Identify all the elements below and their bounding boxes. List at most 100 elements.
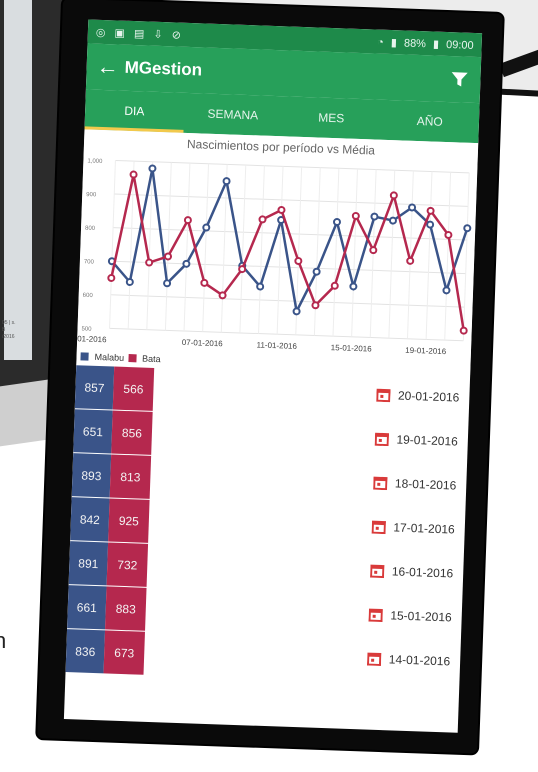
image-icon: ▣ [114,26,126,40]
chart-gridline [425,171,433,340]
data-point-malabu [222,177,231,186]
bata-count: 732 [106,542,149,587]
row-date: 14-01-2016 [366,652,451,669]
legend-swatch-malabu [80,352,89,361]
tab-mes[interactable]: MES [281,96,381,139]
gallery-icon: ▤ [133,27,145,40]
phone-device: ◎ ▣ ▤ ⇩ ⊘ ◔ ▮ 88% ▮ 09:00 ← MGestion DIA [37,0,503,754]
malabu-count: 651 [73,409,113,454]
chart-gridline [258,165,265,334]
bata-count: 856 [111,410,153,455]
data-point-bata [444,230,453,239]
whatsapp-icon: ◎ [95,26,106,39]
legend-label-malabu: Malabu [94,351,125,363]
date-label: 17-01-2016 [393,520,455,537]
legend-swatch-bata [127,354,137,363]
data-point-bata [426,206,435,215]
y-tick-label: 600 [83,293,94,299]
tab-semana[interactable]: SEMANA [183,93,283,136]
background-monitor-text-line: 05 | s. [2,320,16,326]
status-right: ◔ ▮ 88% ▮ 09:00 [373,35,474,52]
background-monitor-text: 05 | s. B /2016 [2,320,16,341]
calendar-icon [375,388,391,403]
chart-gridline [115,159,470,174]
data-point-malabu [332,218,341,227]
data-point-malabu [408,203,417,212]
malabu-count: 891 [68,541,109,586]
x-tick-label: 01-2016 [77,334,107,344]
data-point-malabu [312,267,321,276]
y-tick-label: 500 [81,326,92,332]
date-label: 18-01-2016 [394,476,457,493]
y-tick-label: 1,000 [87,158,103,165]
tab-ano[interactable]: AÑO [380,100,480,143]
data-point-malabu [292,307,301,316]
legend-label-bata: Bata [141,353,161,365]
data-point-bata [294,256,303,265]
clock: 09:00 [445,38,474,52]
data-point-bata [351,211,360,220]
data-point-malabu [442,286,451,295]
malabu-count: 842 [70,497,110,542]
data-point-malabu [125,278,134,287]
chart-gridline [110,294,465,308]
download-icon: ⇩ [153,28,163,41]
row-date: 20-01-2016 [375,388,460,405]
data-point-malabu [202,223,211,232]
back-arrow-icon[interactable]: ← [96,54,125,81]
background-cut-letter: n [0,628,7,653]
data-point-malabu [182,259,191,268]
calendar-icon [368,608,383,623]
chart-gridline [444,172,452,341]
tab-dia[interactable]: DIA [84,89,184,132]
data-point-malabu [256,282,265,291]
x-tick-label: 11-01-2016 [256,341,297,351]
row-date: 19-01-2016 [374,432,458,449]
bata-count: 883 [105,586,147,631]
chart-gridline [114,193,469,207]
data-point-bata [369,246,378,255]
filter-icon[interactable] [448,68,471,91]
malabu-count: 836 [65,629,106,674]
data-point-bata [311,301,320,310]
calendar-icon [366,652,382,667]
y-tick-label: 800 [85,226,96,232]
data-point-malabu [163,279,172,288]
malabu-count: 661 [67,585,107,630]
data-point-bata [107,274,116,283]
date-label: 20-01-2016 [397,388,460,405]
data-point-bata [218,291,227,300]
date-label: 15-01-2016 [390,608,452,625]
bata-count: 813 [109,454,152,499]
row-date: 15-01-2016 [368,608,452,625]
calendar-icon [374,432,389,447]
data-point-malabu [388,216,397,225]
battery-icon: ▮ [432,37,440,51]
x-tick-label: 19-01-2016 [405,346,447,356]
births-chart: 1,000 900 800 700 600 500 01-2016 07-01-2016 11-… [76,129,479,379]
chart-gridline [164,162,172,331]
data-point-malabu [349,282,358,291]
chart-gridline [109,327,464,342]
notification-icons: ◎ ▣ ▤ ⇩ ⊘ [96,25,188,41]
blocked-icon: ⊘ [171,28,182,42]
app-title: MGestion [124,57,203,80]
bata-count: 673 [103,630,145,675]
chart-gridline [332,168,340,337]
row-date: 18-01-2016 [372,476,457,493]
chart-gridline [351,168,358,337]
data-point-bata [258,215,267,224]
date-label: 16-01-2016 [391,564,454,581]
chart-canvas: 1,000 900 800 700 600 500 01-2016 07-01-2016 11-… [77,158,472,356]
malabu-count: 893 [71,453,112,498]
chart-gridline [202,163,210,332]
data-point-malabu [463,224,472,233]
date-label: 14-01-2016 [388,652,451,669]
data-point-bata [277,205,286,214]
daily-list: 857 566 20-01-2016 651 856 19-01-2016 89… [64,365,470,733]
background-monitor-text-line: /2016 [2,334,15,340]
chart-gridline [276,166,284,335]
data-point-bata [145,258,154,267]
data-point-malabu [370,212,379,221]
data-point-malabu [148,164,157,173]
